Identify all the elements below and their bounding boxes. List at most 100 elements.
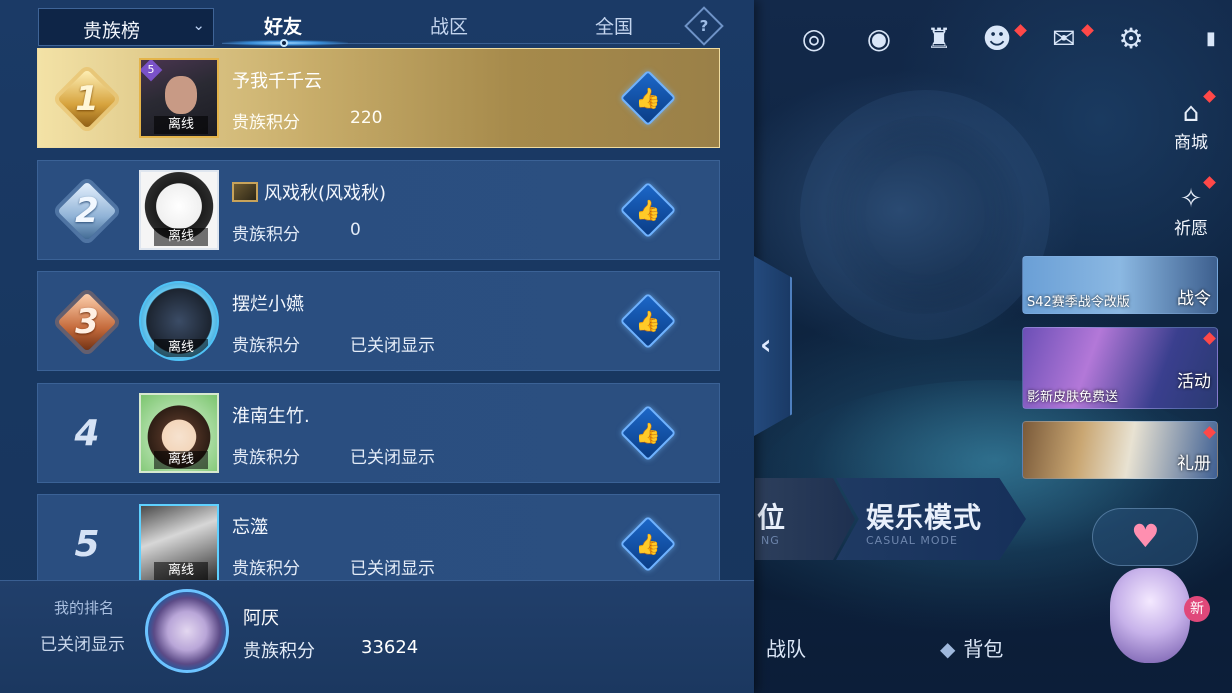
leaderboard-row[interactable]: 1 5 离线 予我千千云 贵族积分 220 👍: [37, 48, 720, 148]
my-player-name: 阿厌: [243, 608, 279, 629]
tab-friends[interactable]: 好友: [264, 12, 302, 39]
heart-icon: ♥: [1131, 517, 1160, 555]
ranked-mode-label: 位: [757, 501, 787, 534]
score-value: 0: [350, 220, 361, 240]
player-name: 摆烂小嬿: [232, 294, 304, 315]
player-name-wrapper: 风戏秋(风戏秋): [232, 179, 386, 205]
rank-number: 3: [75, 302, 99, 342]
trophy-icon[interactable]: ♜: [920, 20, 958, 58]
score-label: 贵族积分: [232, 336, 300, 356]
player-name: 忘澨: [232, 517, 268, 538]
battle-pass-label: 战令: [1177, 289, 1211, 309]
gift-label: 礼册: [1177, 454, 1211, 474]
rank-number: 4: [74, 413, 100, 454]
title-badge-icon: [232, 182, 258, 202]
like-button[interactable]: 👍: [619, 404, 677, 462]
shop-button[interactable]: ⌂ 商城: [1166, 98, 1216, 153]
thumbs-up-icon: 👍: [635, 421, 661, 445]
avatar[interactable]: 离线: [139, 393, 219, 473]
rank-number: 1: [75, 79, 99, 119]
battle-pass-banner[interactable]: S42赛季战令改版 战令: [1022, 256, 1218, 314]
avatar[interactable]: 离线: [139, 281, 219, 361]
help-button[interactable]: ?: [684, 6, 724, 46]
bag-button[interactable]: ◆ 背包: [940, 633, 1003, 662]
player-name: 予我千千云: [232, 71, 322, 92]
my-score-value: 33624: [361, 637, 419, 658]
rank-number: 2: [75, 191, 99, 231]
leaderboard-row[interactable]: 2 离线 风戏秋(风戏秋) 贵族积分 0 👍: [37, 160, 720, 260]
bag-label: 背包: [963, 637, 1004, 661]
player-name: 风戏秋(风戏秋): [264, 183, 387, 204]
rank-number: 5: [74, 524, 100, 565]
new-badge: 新: [1184, 596, 1210, 622]
rank-2-medal-icon: 2: [52, 176, 122, 246]
rank-3-medal-icon: 3: [52, 287, 122, 357]
gear-icon[interactable]: ⚙: [1112, 20, 1150, 58]
avatar[interactable]: 离线: [139, 170, 219, 250]
score-label: 贵族积分: [232, 448, 300, 468]
tab-zone[interactable]: 战区: [430, 12, 468, 39]
offline-status: 离线: [154, 228, 208, 246]
eye-icon[interactable]: ◉: [860, 20, 898, 58]
help-icon: ?: [699, 17, 709, 35]
gift-banner[interactable]: 礼册: [1022, 421, 1218, 479]
my-rank-value: 已关闭显示: [40, 635, 125, 655]
avatar[interactable]: 离线: [139, 504, 219, 580]
chevron-down-icon: ⌄: [192, 16, 205, 34]
my-avatar[interactable]: [145, 589, 229, 673]
mail-icon[interactable]: ✉: [1045, 20, 1083, 58]
thumbs-up-icon: 👍: [635, 309, 661, 333]
battle-pass-caption: S42赛季战令改版: [1027, 295, 1130, 310]
leaderboard-tabs: 贵族榜 ⌄ 好友 战区 全国 ?: [0, 0, 754, 47]
score-label: 贵族积分: [232, 559, 300, 579]
like-button[interactable]: 👍: [619, 515, 677, 573]
thumbs-up-icon: 👍: [635, 532, 661, 556]
score-label: 贵族积分: [232, 113, 300, 133]
score-value: 已关闭显示: [350, 336, 435, 356]
tab-national[interactable]: 全国: [595, 12, 633, 39]
chevron-left-icon: ‹: [760, 328, 772, 361]
score-value: 220: [350, 108, 383, 128]
active-tab-indicator: [222, 39, 348, 47]
wifi-battery-icon: ▮: [1206, 28, 1216, 49]
leaderboard-row[interactable]: 3 离线 摆烂小嬿 贵族积分 已关闭显示 👍: [37, 271, 720, 371]
leaderboard-row[interactable]: 4 离线 淮南生竹. 贵族积分 已关闭显示 👍: [37, 383, 720, 483]
score-value: 已关闭显示: [350, 559, 435, 579]
team-label: 战队: [766, 637, 806, 661]
like-button[interactable]: 👍: [619, 292, 677, 350]
leaderboard-type-dropdown[interactable]: 贵族榜 ⌄: [38, 8, 214, 46]
avatar[interactable]: 5 离线: [139, 58, 219, 138]
leaderboard-list[interactable]: 1 5 离线 予我千千云 贵族积分 220 👍 2 离线 风戏秋(风戏秋) 贵族…: [37, 48, 720, 580]
dropdown-label: 贵族榜: [83, 20, 141, 42]
avatar-face: [165, 76, 197, 114]
leaderboard-panel: 贵族榜 ⌄ 好友 战区 全国 ? 1 5 离线 予我千千云 贵族积分 220 👍…: [0, 0, 754, 693]
score-label: 贵族积分: [232, 225, 300, 245]
collapse-panel-button[interactable]: ‹: [754, 256, 792, 436]
activity-caption: 影新皮肤免费送: [1027, 390, 1119, 405]
casual-mode-button[interactable]: 娱乐模式 CASUAL MODE: [836, 478, 1026, 560]
pet-mascot[interactable]: [1110, 568, 1190, 663]
lobby-swirl-decoration: [800, 90, 1050, 340]
activity-banner[interactable]: 影新皮肤免费送 活动: [1022, 327, 1218, 409]
friends-icon[interactable]: ☻: [978, 20, 1016, 58]
my-score-label: 贵族积分: [243, 641, 315, 662]
ranked-mode-sublabel: NG: [761, 534, 780, 547]
offline-status: 离线: [154, 116, 208, 134]
offline-status: 离线: [154, 339, 208, 357]
offline-status: 离线: [154, 562, 208, 580]
shop-label: 商城: [1174, 133, 1208, 153]
bag-icon: ◆: [940, 637, 956, 661]
thumbs-up-icon: 👍: [635, 86, 661, 110]
leaderboard-row[interactable]: 5 离线 忘澨 贵族积分 已关闭显示 👍: [37, 494, 720, 580]
pet-heart-bubble[interactable]: ♥: [1092, 508, 1198, 566]
like-button[interactable]: 👍: [619, 69, 677, 127]
casual-mode-sublabel: CASUAL MODE: [866, 534, 958, 547]
rank-1-medal-icon: 1: [52, 64, 122, 134]
wish-button[interactable]: ✧ 祈愿: [1166, 184, 1216, 239]
like-button[interactable]: 👍: [619, 181, 677, 239]
player-name: 淮南生竹.: [232, 406, 310, 427]
thumbs-up-icon: 👍: [635, 198, 661, 222]
team-button[interactable]: 战队: [766, 633, 806, 662]
target-icon[interactable]: ◎: [795, 20, 833, 58]
my-rank-label: 我的排名: [54, 599, 115, 617]
